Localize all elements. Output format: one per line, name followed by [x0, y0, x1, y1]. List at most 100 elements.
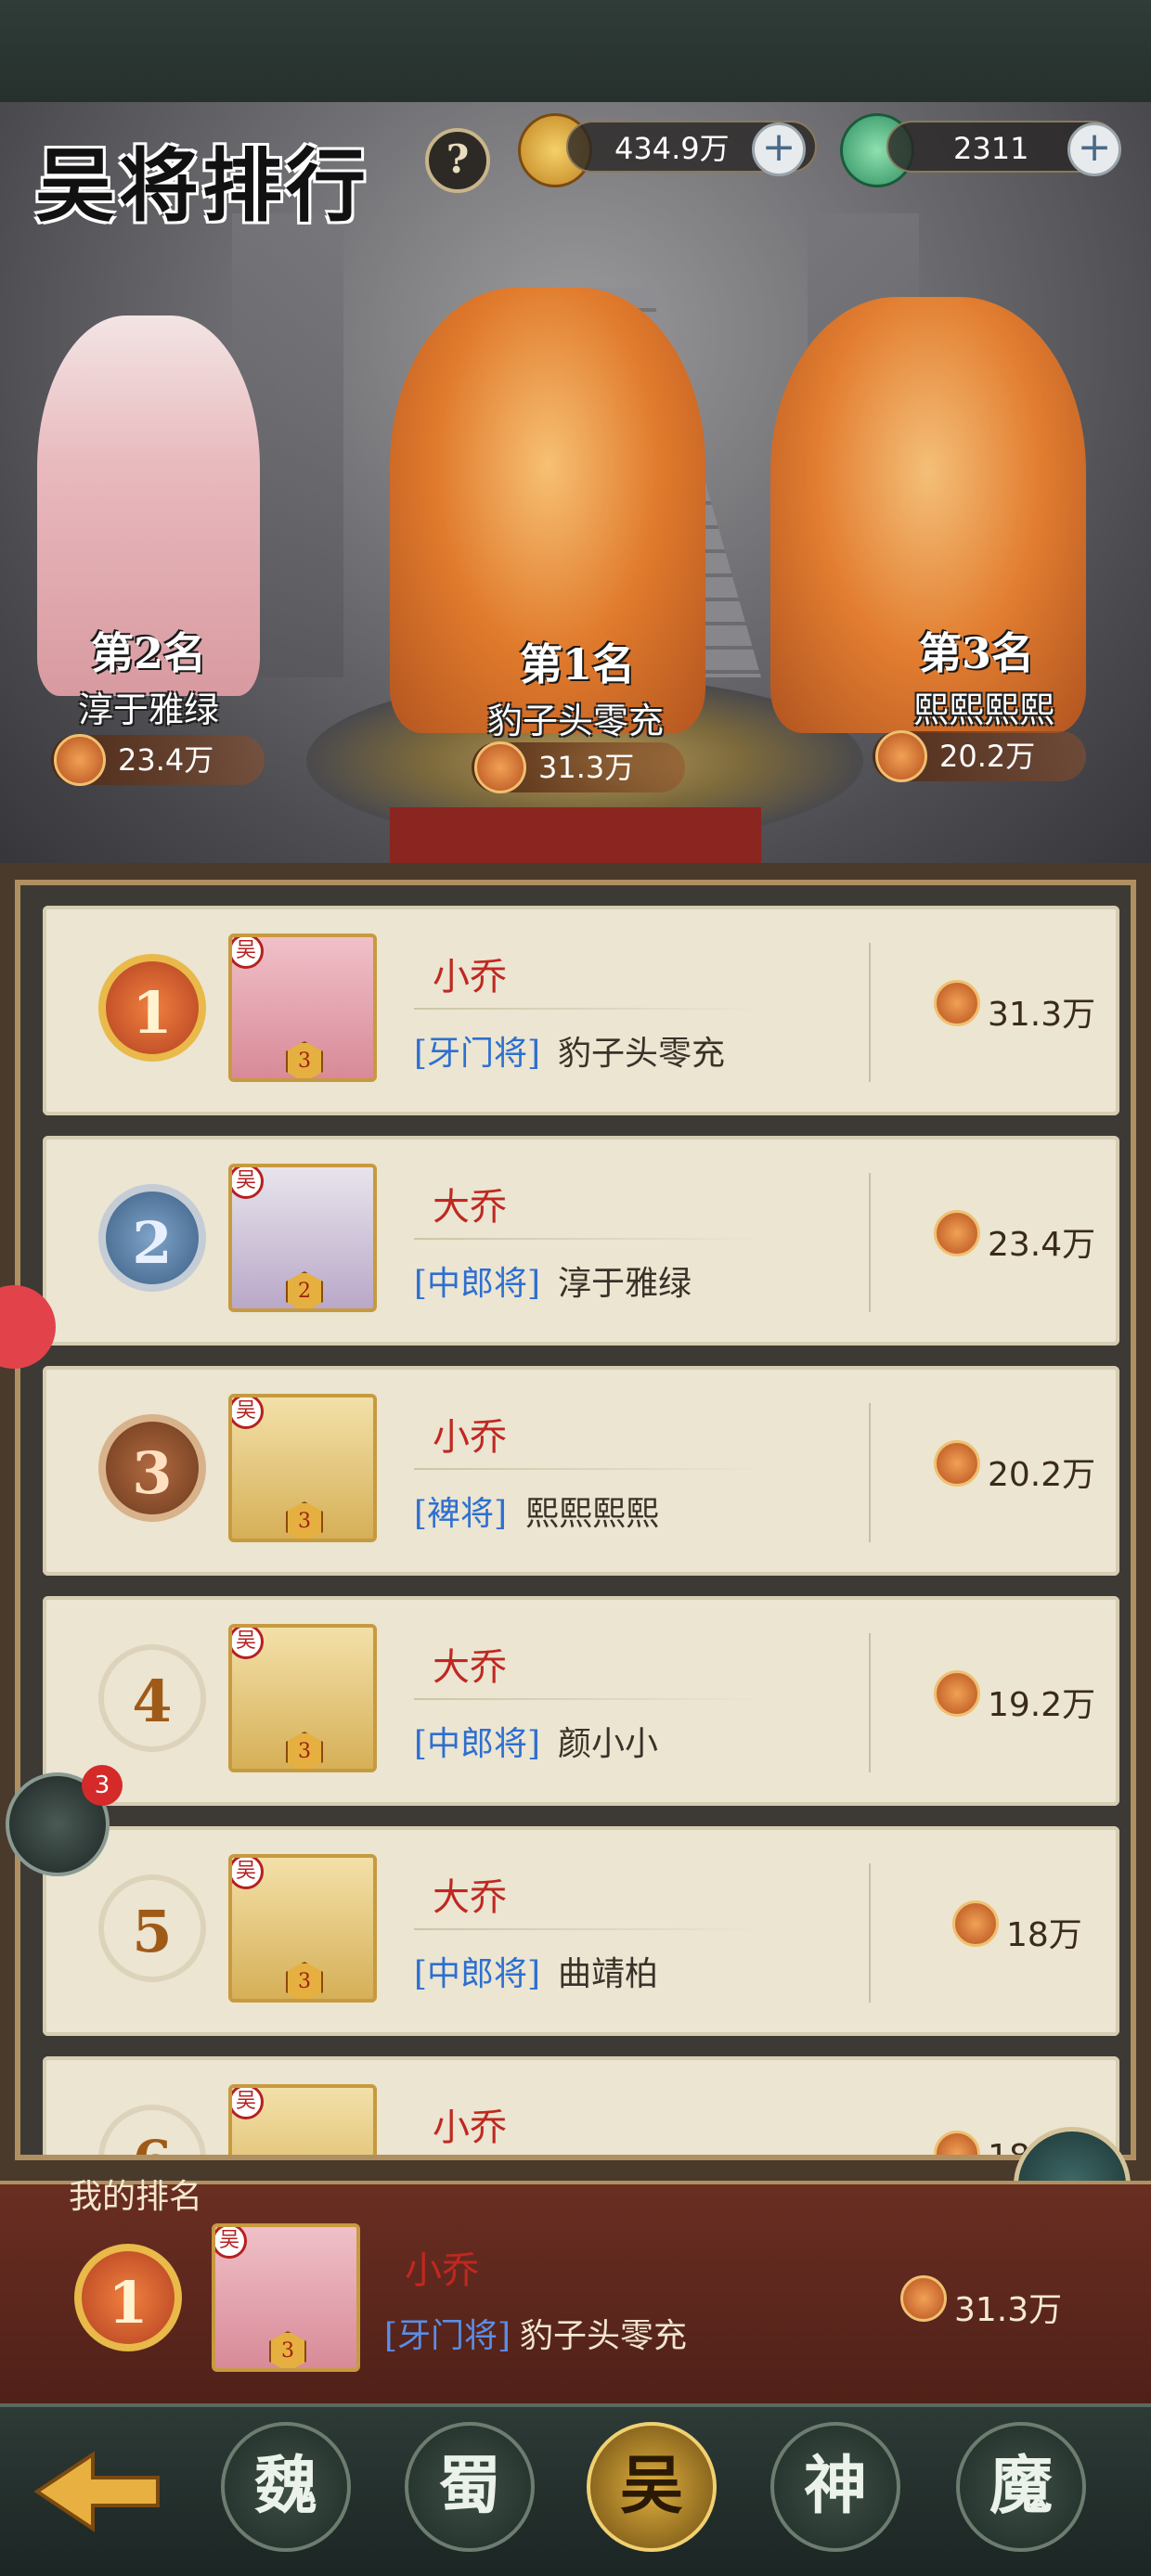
power-score: 18万: [952, 1900, 1082, 1956]
podium-rank-label-3: 第3名: [919, 628, 1035, 678]
hero-portrait[interactable]: 吴 3: [228, 2084, 377, 2155]
hero-portrait[interactable]: 吴 3: [228, 1854, 377, 2003]
podium-name-3: 熙熙熙熙: [912, 689, 1054, 730]
rank-medal-icon: [952, 1900, 999, 1947]
hero-portrait[interactable]: 吴 2: [228, 1164, 377, 1312]
power-score-value: 20.2万: [988, 1456, 1096, 1494]
podium-name-2: 淳于雅绿: [77, 689, 219, 730]
top-strip: [0, 0, 1151, 105]
divider: [869, 1403, 871, 1542]
hero-portrait[interactable]: 吴 3: [228, 934, 377, 1082]
power-score: 31.3万: [934, 980, 1096, 1036]
faction-badge: 吴: [232, 1628, 264, 1659]
table-row[interactable]: 1 吴 3 小乔 [牙门将] 豹子头零充 31.3万: [43, 906, 1119, 1115]
rank-medal-icon: [900, 2275, 947, 2322]
hero-portrait[interactable]: 吴 3: [228, 1394, 377, 1542]
podium-rank-label-1: 第1名: [520, 639, 636, 689]
back-arrow-icon[interactable]: [28, 2441, 167, 2543]
tab-shu[interactable]: 蜀: [405, 2422, 535, 2552]
rank-medal-icon: [934, 1440, 980, 1487]
power-score-value: 31.3万: [988, 996, 1096, 1034]
hero-name: 大乔: [433, 1646, 507, 1689]
power-score-value: 23.4万: [988, 1226, 1096, 1264]
my-rank-label: 我的排名: [69, 2178, 203, 2216]
star-level: 3: [286, 1501, 323, 1539]
player-name: 豹子头零充: [558, 1035, 726, 1073]
faction-badge: 吴: [215, 2227, 247, 2259]
star-level: 3: [286, 1732, 323, 1769]
tab-wu[interactable]: 吴: [587, 2422, 717, 2552]
hero-name: 小乔: [405, 2249, 479, 2292]
plus-icon[interactable]: +: [752, 122, 806, 176]
faction-badge: 吴: [232, 1397, 264, 1429]
hero-portrait[interactable]: 吴 3: [212, 2223, 360, 2372]
hero-name: 大乔: [433, 1876, 507, 1919]
power-score: 23.4万: [934, 1210, 1096, 1266]
table-row[interactable]: 4 吴 3 大乔 [中郎将] 颜小小 19.2万: [43, 1596, 1119, 1806]
table-row[interactable]: 3 吴 3 小乔 [裨将] 熙熙熙熙 20.2万: [43, 1366, 1119, 1576]
faction-badge: 吴: [232, 937, 264, 969]
rank-medal-icon: [934, 1670, 980, 1717]
tab-wei[interactable]: 魏: [221, 2422, 351, 2552]
plus-icon[interactable]: +: [1067, 122, 1121, 176]
player-title: [牙门将]: [384, 2317, 511, 2355]
power-score: 19.2万: [934, 1670, 1096, 1726]
podium-rank-label-2: 第2名: [91, 628, 207, 678]
power-score-value: 18万: [1006, 1916, 1082, 1954]
rank-badge: 6: [98, 2105, 206, 2155]
hero-name: 小乔: [433, 2106, 507, 2149]
star-level: 3: [269, 2331, 306, 2368]
ranking-list[interactable]: 1 吴 3 小乔 [牙门将] 豹子头零充 31.3万 2 吴 2 大乔 [中郎将…: [15, 880, 1136, 2160]
faction-badge: 吴: [232, 1858, 264, 1889]
divider: [869, 1173, 871, 1312]
table-row[interactable]: 5 吴 3 大乔 [中郎将] 曲靖柏 18万: [43, 1826, 1119, 2036]
faction-badge: 吴: [232, 1167, 264, 1199]
divider: [414, 1238, 767, 1240]
player-title: [中郎将]: [414, 1265, 541, 1303]
player-title: [中郎将]: [414, 1955, 541, 1993]
rank-badge: 1: [98, 954, 206, 1062]
divider: [414, 1928, 767, 1930]
divider: [869, 943, 871, 1082]
rank-badge: 1: [74, 2244, 182, 2351]
player-name: 熙熙熙熙: [525, 1495, 660, 1533]
rank-medal-icon: [934, 980, 980, 1026]
chat-badge: 3: [82, 1765, 123, 1806]
rank-badge: 4: [98, 1644, 206, 1752]
divider: [414, 1468, 767, 1470]
player-name: 淳于雅绿: [558, 1265, 692, 1303]
hero-portrait[interactable]: 吴 3: [228, 1624, 377, 1772]
star-level: 3: [286, 1041, 323, 1078]
rank-medal-icon: [934, 2131, 980, 2155]
divider: [869, 1863, 871, 2003]
rank-medal-icon: [934, 1210, 980, 1256]
help-icon[interactable]: ?: [425, 128, 490, 193]
page-title: 吴将排行: [35, 139, 369, 233]
tab-mo[interactable]: 魔: [956, 2422, 1086, 2552]
power-score-value: 19.2万: [988, 1686, 1096, 1724]
hero-name: 小乔: [433, 956, 507, 998]
table-row[interactable]: 2 吴 2 大乔 [中郎将] 淳于雅绿 23.4万: [43, 1136, 1119, 1346]
divider: [869, 1633, 871, 1772]
power-score: 18: [934, 2131, 1030, 2155]
divider: [414, 1698, 767, 1700]
power-score: 20.2万: [934, 1440, 1096, 1496]
player-title: [牙门将]: [414, 1035, 541, 1073]
rank-medal-icon: [474, 741, 526, 793]
tab-shen[interactable]: 神: [770, 2422, 900, 2552]
divider: [414, 1008, 767, 1010]
star-level: 3: [286, 1962, 323, 1999]
player-title: [中郎将]: [414, 1725, 541, 1763]
power-score: 31.3万: [900, 2275, 1062, 2331]
rank-badge: 2: [98, 1184, 206, 1292]
player-title: [裨将]: [414, 1495, 508, 1533]
player-name: 曲靖柏: [558, 1955, 659, 1993]
faction-badge: 吴: [232, 2088, 264, 2119]
table-row[interactable]: 6 吴 3 小乔 18: [43, 2056, 1119, 2155]
podium-name-1: 豹子头零充: [486, 701, 664, 741]
rank-badge: 3: [98, 1414, 206, 1522]
player-name: 颜小小: [558, 1725, 659, 1763]
hero-name: 大乔: [433, 1186, 507, 1229]
hero-name: 小乔: [433, 1416, 507, 1459]
rank-badge: 5: [98, 1874, 206, 1982]
